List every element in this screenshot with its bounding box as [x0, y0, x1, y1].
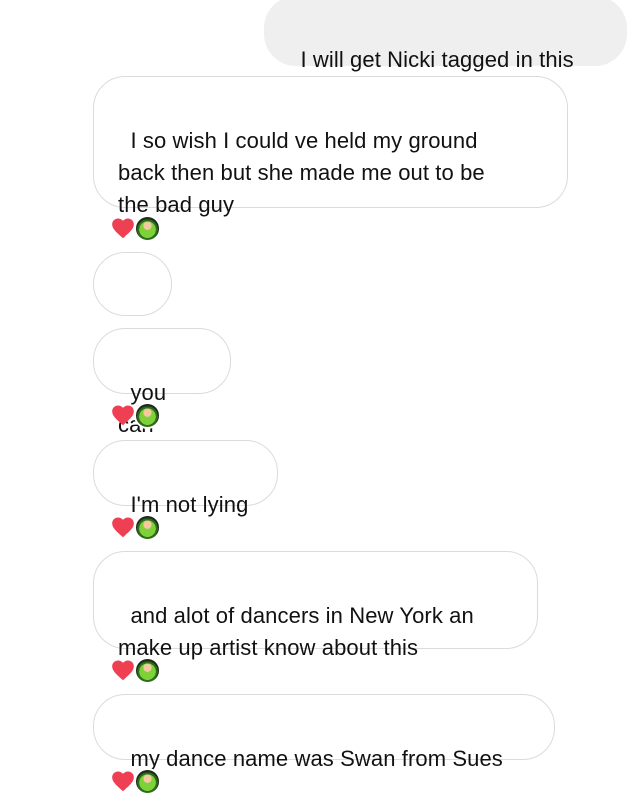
message-text: my dance name was Swan from Sues — [130, 746, 503, 771]
message-text: and alot of dancers in New York an make … — [118, 603, 474, 660]
heart-icon — [112, 405, 134, 426]
reactor-avatar — [134, 767, 161, 795]
message-reaction[interactable] — [110, 766, 161, 796]
sent-message-bubble[interactable]: I will get Nicki tagged in this — [264, 0, 627, 72]
reactor-avatar — [134, 401, 161, 429]
received-message-bubble[interactable]: you can — [93, 328, 231, 437]
message-text: I so wish I could ve held my ground back… — [118, 128, 485, 217]
message-reaction[interactable] — [110, 213, 161, 243]
heart-icon — [112, 771, 134, 792]
reactor-avatar — [134, 513, 161, 541]
reactor-avatar — [134, 656, 161, 684]
heart-icon — [112, 218, 134, 239]
heart-icon — [112, 660, 134, 681]
received-message-bubble[interactable]: I'm not lying — [93, 440, 278, 517]
received-message-bubble[interactable]: np — [93, 252, 172, 361]
message-reaction[interactable] — [110, 512, 161, 542]
received-message-bubble[interactable]: and alot of dancers in New York an make … — [93, 551, 538, 660]
reactor-avatar — [134, 214, 161, 242]
message-reaction[interactable] — [110, 400, 161, 430]
received-message-bubble[interactable]: I so wish I could ve held my ground back… — [93, 76, 568, 217]
received-message-bubble[interactable]: my dance name was Swan from Sues — [93, 694, 555, 771]
message-text: I will get Nicki tagged in this — [300, 47, 574, 72]
message-reaction[interactable] — [110, 655, 161, 685]
heart-icon — [112, 517, 134, 538]
